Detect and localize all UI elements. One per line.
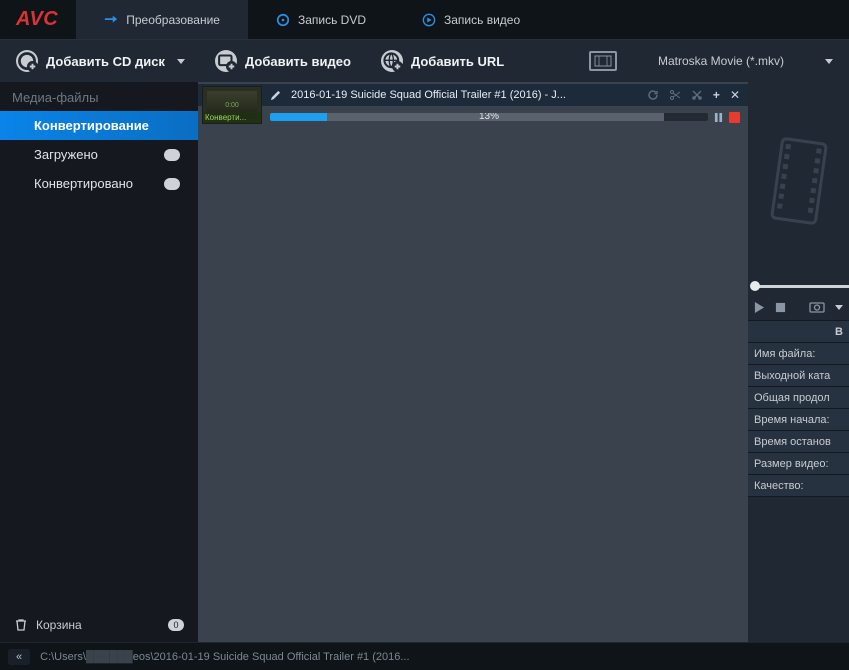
- file-header: 2016-01-19 Suicide Squad Official Traile…: [198, 84, 748, 106]
- film-add-icon: [215, 50, 237, 72]
- right-panel: В Имя файла: Выходной ката Общая продол …: [748, 82, 849, 642]
- info-table: В Имя файла: Выходной ката Общая продол …: [748, 320, 849, 497]
- file-thumbnail: 0:00 Конверти...: [202, 86, 262, 124]
- slider-knob[interactable]: [750, 281, 760, 291]
- sidebar-trash[interactable]: Корзина 0: [0, 608, 198, 642]
- count-badge: [164, 178, 180, 190]
- app-logo: AVC: [0, 0, 76, 39]
- stop-preview-button[interactable]: [775, 302, 786, 313]
- progress-percent: 13%: [479, 113, 499, 121]
- tab-record-video[interactable]: Запись видео: [394, 0, 548, 39]
- sidebar-item-label: Конвертировано: [34, 176, 133, 191]
- play-circle-icon: [422, 13, 436, 27]
- file-title: 2016-01-19 Suicide Squad Official Traile…: [291, 89, 639, 101]
- convert-icon: [104, 13, 118, 27]
- plus-icon[interactable]: +: [713, 88, 720, 102]
- add-url-button[interactable]: Добавить URL: [375, 46, 510, 76]
- tab-convert[interactable]: Преобразование: [76, 0, 248, 39]
- snapshot-button[interactable]: [809, 301, 825, 313]
- status-path: C:\Users\██████eos\2016-01-19 Suicide Sq…: [40, 651, 409, 663]
- stop-button[interactable]: [729, 112, 740, 123]
- film-frame-icon: [589, 51, 617, 71]
- trash-label: Корзина: [36, 618, 82, 632]
- chevron-down-icon[interactable]: [835, 305, 843, 310]
- tab-label: Запись DVD: [298, 13, 366, 27]
- button-label: Добавить URL: [411, 54, 504, 69]
- info-row-duration: Общая продол: [748, 387, 849, 409]
- format-label: Matroska Movie (*.mkv): [627, 54, 815, 68]
- top-tabs-bar: AVC Преобразование Запись DVD Запись вид…: [0, 0, 849, 40]
- close-icon[interactable]: ✕: [730, 88, 740, 102]
- add-cd-button[interactable]: Добавить CD диск: [10, 46, 191, 76]
- crossed-scissors-icon[interactable]: [691, 89, 703, 101]
- main-toolbar: Добавить CD диск Добавить видео Добавить…: [0, 40, 849, 82]
- sidebar-header: Медиа-файлы: [0, 82, 198, 111]
- pencil-icon[interactable]: [270, 90, 281, 101]
- preview-controls: [748, 294, 849, 320]
- button-label: Добавить видео: [245, 54, 351, 69]
- info-row-filename: Имя файла:: [748, 343, 849, 365]
- chevron-down-icon: [825, 59, 833, 64]
- status-bar: « C:\Users\██████eos\2016-01-19 Suicide …: [0, 642, 849, 670]
- count-badge: [164, 149, 180, 161]
- button-label: Добавить CD диск: [46, 54, 165, 69]
- collapse-button[interactable]: «: [8, 649, 30, 665]
- info-row-quality: Качество:: [748, 475, 849, 497]
- tab-label: Запись видео: [444, 13, 520, 27]
- trash-icon: [14, 618, 28, 632]
- file-row[interactable]: 0:00 Конверти... 2016-01-19 Suicide Squa…: [198, 84, 748, 128]
- main-area: Медиа-файлы Конвертирование Загружено Ко…: [0, 82, 849, 642]
- sidebar-item-converting[interactable]: Конвертирование: [0, 111, 198, 140]
- info-row-output: Выходной ката: [748, 365, 849, 387]
- output-format-selector[interactable]: Matroska Movie (*.mkv): [589, 51, 839, 71]
- info-row-stop: Время останов: [748, 431, 849, 453]
- pause-button[interactable]: [714, 112, 723, 123]
- tab-label: Преобразование: [126, 13, 220, 27]
- sidebar-item-converted[interactable]: Конвертировано: [0, 169, 198, 198]
- preview-area: [748, 82, 849, 280]
- add-video-button[interactable]: Добавить видео: [209, 46, 357, 76]
- sidebar-item-label: Конвертирование: [34, 118, 149, 133]
- info-row-size: Размер видео:: [748, 453, 849, 475]
- refresh-icon[interactable]: [647, 89, 659, 101]
- file-list-area: 0:00 Конверти... 2016-01-19 Suicide Squa…: [198, 82, 748, 642]
- sidebar-item-downloaded[interactable]: Загружено: [0, 140, 198, 169]
- disc-icon: [276, 13, 290, 27]
- sidebar: Медиа-файлы Конвертирование Загружено Ко…: [0, 82, 198, 642]
- file-actions: + ✕: [647, 88, 740, 102]
- thumb-status-label: Конверти...: [203, 112, 261, 123]
- preview-seek-slider[interactable]: [748, 280, 849, 294]
- file-progress-row: 13%: [198, 106, 748, 128]
- progress-bar: 13%: [270, 113, 708, 121]
- info-header: В: [748, 321, 849, 343]
- play-button[interactable]: [754, 301, 765, 314]
- sidebar-item-label: Загружено: [34, 147, 98, 162]
- trash-count-badge: 0: [168, 619, 184, 631]
- disc-add-icon: [16, 50, 38, 72]
- info-row-start: Время начала:: [748, 409, 849, 431]
- tab-burn-dvd[interactable]: Запись DVD: [248, 0, 394, 39]
- logo-text: AVC: [16, 8, 58, 31]
- filmstrip-icon: [769, 136, 829, 226]
- globe-add-icon: [381, 50, 403, 72]
- scissors-icon[interactable]: [669, 89, 681, 101]
- chevron-down-icon: [177, 59, 185, 64]
